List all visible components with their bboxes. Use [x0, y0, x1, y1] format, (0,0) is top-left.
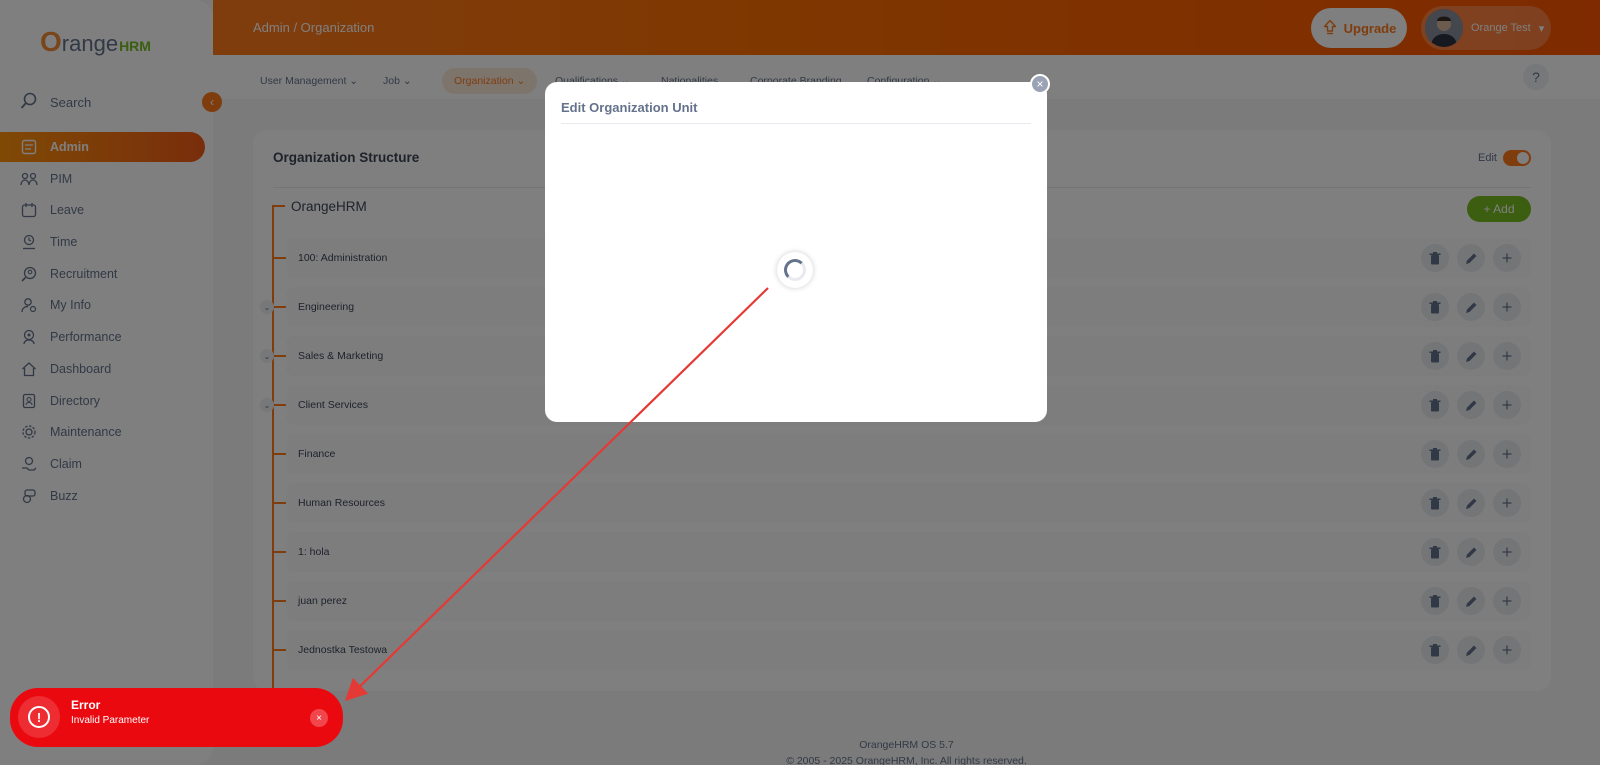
toast-message: Invalid Parameter [71, 715, 150, 726]
close-icon: × [1036, 77, 1044, 91]
dialog-title: Edit Organization Unit [561, 100, 698, 115]
loading-spinner [777, 252, 813, 288]
toast-title: Error [71, 698, 101, 712]
toast-close-button[interactable]: × [310, 709, 328, 727]
error-toast: ! Error Invalid Parameter × [10, 688, 343, 747]
close-button[interactable]: × [1030, 74, 1050, 94]
close-icon: × [316, 712, 322, 724]
dialog-divider [561, 123, 1031, 124]
edit-org-unit-dialog: Edit Organization Unit × [545, 74, 1050, 422]
error-icon-wrap: ! [18, 696, 60, 738]
alert-icon: ! [28, 706, 50, 728]
spinner-ring [784, 259, 806, 281]
